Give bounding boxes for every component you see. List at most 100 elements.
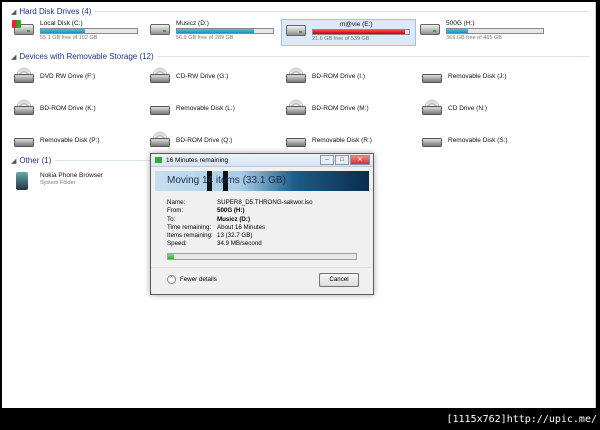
drive-q[interactable]: BD-ROM Drive (Q:): [148, 132, 232, 150]
drive-s[interactable]: Removable Disk (S:): [420, 132, 508, 150]
dialog-title: 16 Minutes remaining: [166, 156, 229, 164]
cd-drive-icon: [420, 100, 444, 118]
drive-name: CD-RW Drive (G:): [176, 73, 229, 80]
window-buttons: – □ ✕: [319, 155, 370, 165]
drive-name: Removable Disk (J:): [448, 73, 507, 80]
speed-value: 34.9 MB/second: [217, 240, 262, 248]
free-space: 363 GB free of 465 GB: [446, 35, 502, 41]
drive-name: m@vie (E:): [340, 21, 373, 28]
drive-f[interactable]: DVD RW Drive (F:): [12, 68, 95, 86]
details-panel: Name: SUPER8_D5.THRONG-sakwor.iso From: 50…: [167, 199, 313, 249]
drive-name: Removable Disk (L:): [176, 105, 235, 112]
maximize-button[interactable]: □: [335, 155, 349, 165]
removable-disk-icon: [284, 132, 308, 150]
drive-name: BD-ROM Drive (M:): [312, 105, 369, 112]
progress-banner: Moving 14 items (33.1 GB): [155, 171, 369, 191]
drive-name: CD Drive (N:): [448, 105, 487, 112]
move-progress-dialog: 16 Minutes remaining – □ ✕ Moving 14 ite…: [150, 153, 374, 295]
hard-drive-icon: [12, 20, 36, 38]
usage-bar: [176, 28, 274, 34]
hard-drive-icon: [284, 21, 308, 39]
bd-drive-icon: [284, 100, 308, 118]
drive-name: BD-ROM Drive (I:): [312, 73, 366, 80]
drive-name: 500G (H:): [446, 20, 475, 27]
progress-bar: [167, 253, 357, 260]
explorer-window: ◢ Hard Disk Drives (4) Local Disk (C:) 5…: [2, 2, 596, 408]
minimize-button[interactable]: –: [320, 155, 334, 165]
drive-l[interactable]: Removable Disk (L:): [148, 100, 235, 118]
from-label: From:: [167, 207, 184, 215]
bd-drive-icon: [12, 100, 36, 118]
section-divider: [55, 160, 151, 161]
other-section-title: Other (1): [19, 156, 52, 165]
hard-disk-section-header[interactable]: ◢ Hard Disk Drives (4): [11, 7, 589, 16]
free-space: 56.9 GB free of 289 GB: [176, 35, 234, 41]
drive-name: DVD RW Drive (F:): [40, 73, 96, 80]
bd-drive-icon: [284, 68, 308, 86]
drive-m[interactable]: BD-ROM Drive (M:): [284, 100, 369, 118]
item-name: Nokia Phone Browser: [40, 172, 103, 179]
drive-h[interactable]: 500G (H:) 363 GB free of 465 GB: [418, 20, 544, 41]
removable-disk-icon: [420, 68, 444, 86]
drive-j[interactable]: Removable Disk (J:): [420, 68, 507, 86]
collapse-chevron-icon[interactable]: ◢: [11, 8, 16, 16]
banner-title: Moving 14 items (33.1 GB): [167, 175, 286, 186]
fewer-details-label: Fewer details: [180, 276, 217, 283]
removable-section-header[interactable]: ◢ Devices with Removable Storage (12): [11, 52, 589, 61]
copy-icon: [155, 157, 162, 163]
bd-drive-icon: [148, 132, 172, 150]
progress-fill: [168, 254, 174, 259]
nokia-phone-browser[interactable]: Nokia Phone Browser System Folder: [12, 172, 103, 194]
cd-drive-icon: [148, 68, 172, 86]
collapse-chevron-icon[interactable]: ◢: [11, 53, 16, 61]
name-label: Name:: [167, 199, 186, 206]
from-value[interactable]: 500G (H:): [217, 207, 245, 215]
removable-disk-icon: [12, 132, 36, 150]
item-subtitle: System Folder: [40, 180, 76, 186]
drive-name: Local Disk (C:): [40, 20, 83, 27]
to-value[interactable]: Musicz (D:): [217, 216, 250, 224]
drive-k[interactable]: BD-ROM Drive (K:): [12, 100, 96, 118]
drive-name: Removable Disk (S:): [448, 137, 508, 144]
drive-e[interactable]: m@vie (E:) 21.6 GB free of 539 GB: [281, 19, 416, 46]
drive-r[interactable]: Removable Disk (R:): [284, 132, 372, 150]
time-label: Time remaining:: [167, 223, 212, 231]
fewer-details-toggle[interactable]: ⌃ Fewer details: [167, 275, 217, 284]
items-value: 13 (32.7 GB): [217, 232, 253, 240]
section-divider: [157, 56, 589, 57]
hard-disk-section-title: Hard Disk Drives (4): [19, 7, 92, 16]
drive-p[interactable]: Removable Disk (P:): [12, 132, 100, 150]
free-space: 55.1 GB free of 102 GB: [40, 35, 98, 41]
drive-d[interactable]: Musicz (D:) 56.9 GB free of 289 GB: [148, 20, 274, 41]
dialog-footer: ⌃ Fewer details Cancel: [151, 267, 371, 294]
drive-i[interactable]: BD-ROM Drive (I:): [284, 68, 365, 86]
chevron-up-icon: ⌃: [167, 275, 176, 284]
speed-label: Speed:: [167, 240, 187, 248]
usage-bar: [446, 28, 544, 34]
to-label: To:: [167, 215, 176, 223]
drive-name: BD-ROM Drive (Q:): [176, 137, 233, 144]
dvd-drive-icon: [12, 68, 36, 86]
hard-drive-icon: [418, 20, 442, 38]
cancel-button[interactable]: Cancel: [319, 273, 359, 287]
drive-c[interactable]: Local Disk (C:) 55.1 GB free of 102 GB: [12, 20, 138, 41]
removable-disk-icon: [420, 132, 444, 150]
usage-bar: [40, 28, 138, 34]
items-label: Items remaining:: [167, 232, 213, 240]
name-value: SUPER8_D5.THRONG-sakwor.iso: [217, 199, 313, 206]
drive-name: Musicz (D:): [176, 20, 209, 27]
drive-g[interactable]: CD-RW Drive (G:): [148, 68, 228, 86]
dialog-titlebar[interactable]: 16 Minutes remaining – □ ✕: [151, 154, 373, 167]
removable-section-title: Devices with Removable Storage (12): [19, 52, 154, 61]
drive-name: BD-ROM Drive (K:): [40, 105, 96, 112]
drive-n[interactable]: CD Drive (N:): [420, 100, 487, 118]
removable-disk-icon: [148, 100, 172, 118]
collapse-chevron-icon[interactable]: ◢: [11, 157, 16, 165]
free-space: 21.6 GB free of 539 GB: [312, 36, 370, 42]
watermark: [1115x762]http://upic.me/: [446, 414, 597, 425]
section-divider: [95, 11, 589, 12]
hard-drive-icon: [148, 20, 172, 38]
phone-icon: [12, 172, 36, 194]
close-button[interactable]: ✕: [350, 155, 370, 165]
drive-name: Removable Disk (R:): [312, 137, 372, 144]
